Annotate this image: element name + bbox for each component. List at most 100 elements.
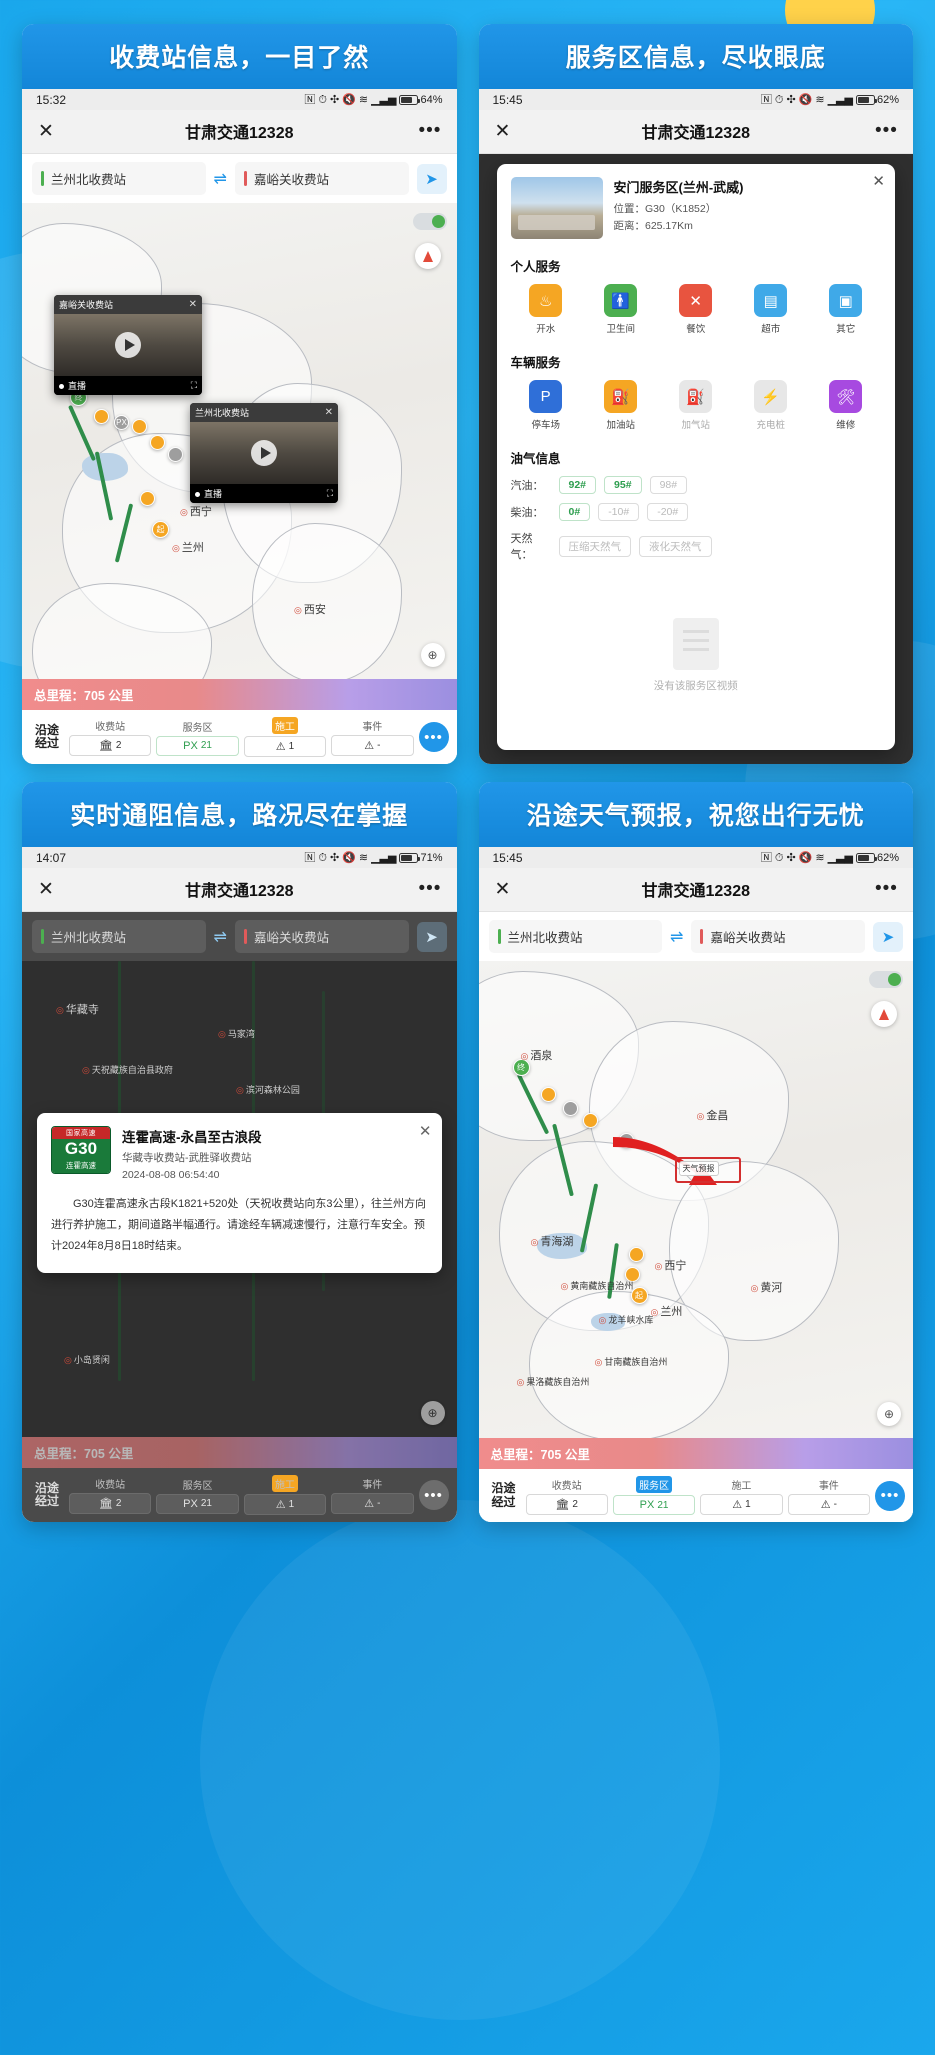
- service-dining[interactable]: ✕ 餐饮: [661, 284, 731, 335]
- tab-toll-stations[interactable]: 收费站 🏛 2: [69, 1476, 152, 1514]
- other-icon: ▣: [829, 284, 863, 317]
- city-label: 金昌: [697, 1107, 728, 1123]
- close-icon[interactable]: ✕: [495, 122, 517, 141]
- compass-icon[interactable]: [414, 243, 441, 269]
- close-icon[interactable]: ✕: [495, 880, 517, 899]
- fullscreen-icon[interactable]: ⛶: [191, 380, 197, 391]
- play-icon[interactable]: [115, 332, 141, 358]
- map-layer-toggle[interactable]: [412, 213, 447, 230]
- nav-bar-2: ✕ 甘肃交通12328 •••: [478, 110, 913, 154]
- traffic-notice-card: ✕ 国家高速 G30 连霍高速 连霍高速-永昌至古浪段 华藏寺收费站-武胜驿收费…: [37, 1113, 442, 1273]
- live-video-frame[interactable]: [54, 314, 202, 376]
- status-bar-3: 14:07 🄽 ⏱ ✣ 🔇 ≋ ▁▃▅ 71%: [22, 847, 457, 868]
- locate-button[interactable]: ⊕: [877, 1402, 901, 1426]
- more-icon[interactable]: •••: [419, 878, 441, 900]
- destination-marker-icon: [243, 171, 247, 186]
- notice-header: 国家高速 G30 连霍高速 连霍高速-永昌至古浪段 华藏寺收费站-武胜驿收费站 …: [51, 1126, 428, 1184]
- map-marker-end[interactable]: 起: [152, 521, 169, 538]
- panel-4-banner: 沿途天气预报，祝您出行无忧: [478, 782, 913, 847]
- swap-icon[interactable]: ⇌: [214, 169, 227, 189]
- swap-icon[interactable]: ⇌: [214, 927, 227, 947]
- tab-toll-stations[interactable]: 收费站 🏛 2: [525, 1477, 608, 1515]
- map-marker[interactable]: [150, 435, 165, 450]
- search-submit-button[interactable]: ➤: [416, 163, 447, 194]
- more-icon[interactable]: •••: [875, 878, 897, 900]
- service-restroom[interactable]: 🚹 卫生间: [586, 284, 656, 335]
- close-icon[interactable]: ✕: [419, 1122, 432, 1140]
- service-other[interactable]: ▣ 其它: [811, 284, 881, 335]
- origin-input[interactable]: 兰州北收费站: [488, 920, 663, 953]
- tab-service-areas[interactable]: 服务区 PX 21: [156, 719, 239, 756]
- map-marker[interactable]: [140, 491, 155, 506]
- map-marker[interactable]: [582, 1113, 598, 1128]
- map-marker[interactable]: [94, 409, 109, 424]
- tab-service-areas[interactable]: 服务区 PX 21: [156, 1477, 239, 1514]
- play-icon[interactable]: [251, 440, 277, 466]
- tab-toll-stations[interactable]: 收费站 🏛 2: [69, 718, 152, 756]
- fullscreen-icon[interactable]: ⛶: [327, 488, 333, 499]
- panel-2-banner: 服务区信息，尽收眼底: [478, 24, 913, 89]
- highway-shield-icon: 国家高速 G30 连霍高速: [51, 1126, 111, 1174]
- live-video-card[interactable]: 嘉峪关收费站 ✕ 直播 ⛶: [54, 295, 202, 395]
- alarm-icon: ⏱: [318, 93, 327, 106]
- map-marker[interactable]: [540, 1087, 556, 1102]
- service-parking[interactable]: P 停车场: [511, 380, 581, 431]
- service-area-distance: 距离：625.17Km: [613, 220, 693, 233]
- live-video-frame[interactable]: [190, 422, 338, 484]
- service-water[interactable]: ♨ 开水: [511, 284, 581, 335]
- tabs-more-button[interactable]: •••: [418, 722, 449, 752]
- map-canvas-2[interactable]: ✕ 安门服务区(兰州-武威) 位置：G30（K1852） 距离：625.17Km: [478, 154, 913, 764]
- close-icon[interactable]: ✕: [872, 172, 885, 190]
- locate-button[interactable]: ⊕: [420, 1401, 445, 1425]
- destination-input[interactable]: 嘉峪关收费站: [234, 162, 409, 195]
- service-charging[interactable]: ⚡ 充电桩: [736, 380, 806, 431]
- tabs-more-button[interactable]: •••: [418, 1480, 449, 1510]
- live-video-card[interactable]: 兰州北收费站 ✕ 直播 ⛶: [190, 403, 338, 503]
- destination-input[interactable]: 嘉峪关收费站: [234, 920, 409, 953]
- bluetooth-icon: ✣: [786, 851, 796, 864]
- swap-icon[interactable]: ⇌: [670, 927, 683, 947]
- map-marker[interactable]: [168, 447, 183, 462]
- service-market[interactable]: ▤ 超市: [736, 284, 806, 335]
- tab-events[interactable]: 事件 ⚠ -: [331, 718, 414, 756]
- search-submit-button[interactable]: ➤: [416, 921, 447, 952]
- more-icon[interactable]: •••: [875, 120, 897, 142]
- tollgate-icon: 🏛: [98, 1498, 113, 1510]
- service-area-location: 位置：G30（K1852）: [613, 203, 717, 215]
- tab-construction[interactable]: 施工 ⚠ 1: [243, 1475, 327, 1515]
- more-icon[interactable]: •••: [419, 120, 441, 142]
- map-canvas-3[interactable]: 华藏寺 天祝藏族自治县政府 马家湾 滨河森林公园 小岛贤闲 ⊕ ✕ 国家高速 G…: [22, 961, 457, 1437]
- service-repair[interactable]: 🛠 维修: [811, 380, 881, 431]
- service-gas-station[interactable]: ⛽ 加油站: [586, 380, 656, 431]
- origin-input[interactable]: 兰州北收费站: [32, 162, 206, 195]
- close-icon[interactable]: ✕: [38, 880, 60, 899]
- service-gas-fill[interactable]: ⛽ 加气站: [661, 380, 731, 431]
- tabs-more-button[interactable]: •••: [875, 1480, 905, 1511]
- map-marker[interactable]: [132, 419, 147, 434]
- close-icon[interactable]: ✕: [189, 299, 197, 310]
- destination-input[interactable]: 嘉峪关收费站: [691, 920, 865, 953]
- tab-construction[interactable]: 施工 ⚠ 1: [700, 1477, 783, 1515]
- map-layer-toggle[interactable]: [869, 971, 903, 988]
- close-icon[interactable]: ✕: [325, 407, 333, 418]
- origin-input[interactable]: 兰州北收费站: [32, 920, 206, 953]
- origin-text: 兰州北收费站: [507, 931, 583, 945]
- map-marker[interactable]: [562, 1101, 578, 1116]
- city-label: 西安: [294, 601, 326, 617]
- fuel-chip: 液化天然气: [639, 535, 712, 557]
- search-submit-button[interactable]: ➤: [873, 921, 903, 952]
- map-canvas-4[interactable]: 终 起 酒泉 金昌 西宁 兰州 黄河 青海湖 龙羊峡水库 黄南藏族自治州 甘南藏…: [478, 961, 913, 1438]
- origin-marker-icon: [41, 929, 44, 944]
- locate-button[interactable]: ⊕: [420, 643, 445, 667]
- map-canvas-1[interactable]: 终 PX 起 西宁 兰州 西安 ⊕ 嘉峪关收费站 ✕: [22, 203, 457, 679]
- tab-construction[interactable]: 施工 ⚠ 1: [243, 717, 327, 757]
- notice-time: 2024-08-08 06:54:40: [122, 1168, 220, 1181]
- map-marker[interactable]: PX: [114, 415, 129, 430]
- close-icon[interactable]: ✕: [38, 122, 60, 141]
- tab-service-areas[interactable]: 服务区 PX 21: [612, 1476, 696, 1515]
- map-marker[interactable]: [628, 1247, 644, 1262]
- tab-events[interactable]: 事件 ⚠ -: [331, 1476, 414, 1514]
- tab-events[interactable]: 事件 ⚠ -: [787, 1477, 870, 1515]
- warning-icon: ⚠: [275, 741, 286, 753]
- compass-icon[interactable]: [871, 1001, 897, 1027]
